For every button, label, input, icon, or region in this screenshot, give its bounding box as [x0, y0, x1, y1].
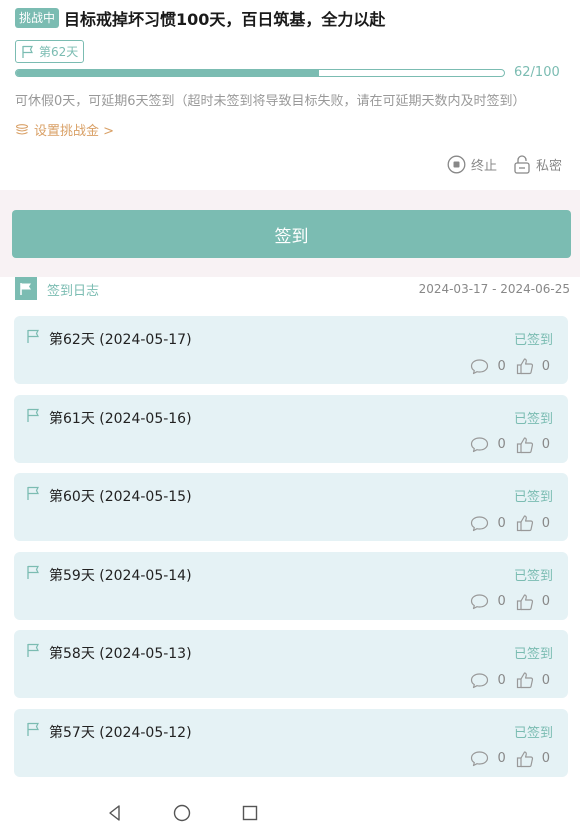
day-tag-label: 第62天 — [39, 45, 79, 59]
log-header: 签到日志 2024-03-17 - 2024-06-25 — [15, 277, 575, 301]
comment-button[interactable]: 0 — [470, 436, 506, 453]
stop-icon — [447, 155, 466, 174]
flag-icon — [27, 329, 39, 343]
private-button[interactable]: 私密 — [513, 155, 562, 174]
log-card-actions: 0 0 — [470, 436, 550, 454]
hint-text: 可休假0天，可延期6天签到（超时未签到将导致目标失败，请在可延期天数内及时签到） — [15, 94, 526, 109]
private-label: 私密 — [536, 159, 563, 174]
log-flag-icon — [15, 277, 37, 300]
log-card[interactable]: 第61天 (2024-05-16) 已签到 0 0 — [14, 394, 568, 463]
thumbs-up-icon — [516, 594, 533, 610]
progress-fill — [16, 70, 319, 76]
comment-icon — [471, 358, 489, 374]
like-count: 0 — [541, 358, 550, 374]
comment-count: 0 — [497, 358, 506, 374]
comment-button[interactable]: 0 — [470, 593, 506, 610]
comment-count: 0 — [497, 594, 506, 610]
comment-button[interactable]: 0 — [470, 515, 506, 532]
like-count: 0 — [541, 515, 550, 531]
comment-count: 0 — [497, 672, 506, 688]
log-card-actions: 0 0 — [470, 750, 550, 768]
system-nav-bar — [0, 797, 580, 829]
log-card-title: 第57天 (2024-05-12) — [49, 724, 192, 741]
log-card-actions: 0 0 — [470, 514, 550, 532]
flag-icon — [27, 722, 39, 736]
set-deposit-link[interactable]: 设置挑战金 > — [15, 120, 114, 139]
log-card[interactable]: 第59天 (2024-05-14) 已签到 0 0 — [14, 551, 568, 620]
flag-icon — [27, 644, 39, 658]
log-card-title: 第58天 (2024-05-13) — [49, 646, 192, 663]
thumbs-up-icon — [516, 751, 533, 768]
like-button[interactable]: 0 — [516, 671, 550, 689]
log-card-status: 已签到 — [513, 568, 553, 584]
progress-bar — [15, 69, 505, 77]
lock-icon — [514, 155, 530, 174]
like-count: 0 — [541, 594, 550, 610]
log-card-status: 已签到 — [513, 647, 553, 663]
comment-icon — [471, 437, 489, 453]
status-badge: 挑战中 — [15, 8, 60, 28]
log-card-title: 第62天 (2024-05-17) — [49, 332, 192, 348]
comment-icon — [471, 751, 489, 767]
log-card-status: 已签到 — [513, 333, 553, 348]
thumbs-up-icon — [516, 436, 533, 453]
log-card[interactable]: 第60天 (2024-05-15) 已签到 0 0 — [14, 473, 568, 542]
day-tag: 第62天 — [15, 40, 85, 63]
log-card-status: 已签到 — [513, 411, 553, 427]
log-card-actions: 0 0 — [470, 671, 550, 689]
log-card[interactable]: 第57天 (2024-05-12) 已签到 0 0 — [14, 708, 568, 777]
comment-count: 0 — [497, 751, 506, 767]
flag-icon — [27, 408, 39, 422]
coins-icon — [15, 123, 29, 135]
like-count: 0 — [541, 672, 550, 688]
log-card-title: 第60天 (2024-05-15) — [49, 489, 192, 506]
log-card-actions: 0 0 — [470, 357, 550, 375]
comment-icon — [471, 673, 489, 688]
log-list: 第62天 (2024-05-17) 已签到 0 0 第61天 (2024-05-… — [14, 316, 568, 788]
flag-icon — [27, 487, 39, 501]
comment-icon — [471, 516, 489, 531]
log-card-status: 已签到 — [513, 725, 553, 741]
log-date-range: 2024-03-17 - 2024-06-25 — [418, 282, 570, 296]
comment-count: 0 — [497, 437, 506, 453]
comment-icon — [471, 594, 489, 610]
like-button[interactable]: 0 — [516, 357, 550, 375]
home-icon[interactable] — [172, 803, 192, 823]
title-row: 挑战中 目标戒掉坏习惯100天，百日筑基，全力以赴 — [15, 6, 385, 30]
checkin-button[interactable]: 签到 — [12, 210, 571, 258]
comment-button[interactable]: 0 — [470, 750, 506, 767]
log-card[interactable]: 第62天 (2024-05-17) 已签到 0 0 — [14, 316, 568, 384]
thumbs-up-icon — [516, 672, 533, 689]
recent-apps-icon[interactable] — [240, 803, 260, 823]
flag-icon — [22, 45, 33, 58]
goal-header: 挑战中 目标戒掉坏习惯100天，百日筑基，全力以赴 第62天 62/100 可休… — [0, 0, 580, 190]
log-card-status: 已签到 — [513, 490, 553, 506]
thumbs-up-icon — [516, 358, 533, 375]
set-deposit-label: 设置挑战金 > — [34, 124, 115, 139]
progress-text: 62/100 — [514, 65, 560, 80]
log-card-title: 第61天 (2024-05-16) — [49, 410, 192, 427]
like-button[interactable]: 0 — [516, 750, 550, 768]
like-button[interactable]: 0 — [516, 593, 550, 611]
log-card[interactable]: 第58天 (2024-05-13) 已签到 0 0 — [14, 630, 568, 699]
end-label: 终止 — [471, 159, 498, 174]
goal-title: 目标戒掉坏习惯100天，百日筑基，全力以赴 — [64, 10, 386, 29]
comment-count: 0 — [497, 515, 506, 531]
like-count: 0 — [541, 437, 550, 453]
log-title: 签到日志 — [47, 284, 100, 299]
like-count: 0 — [541, 751, 550, 767]
log-card-actions: 0 0 — [470, 593, 550, 611]
like-button[interactable]: 0 — [516, 514, 550, 532]
end-button[interactable]: 终止 — [447, 155, 497, 174]
thumbs-up-icon — [516, 515, 533, 532]
back-icon[interactable] — [105, 803, 125, 823]
comment-button[interactable]: 0 — [470, 672, 506, 689]
flag-icon — [27, 565, 39, 579]
comment-button[interactable]: 0 — [470, 358, 506, 375]
like-button[interactable]: 0 — [516, 436, 550, 454]
log-card-title: 第59天 (2024-05-14) — [49, 567, 192, 584]
